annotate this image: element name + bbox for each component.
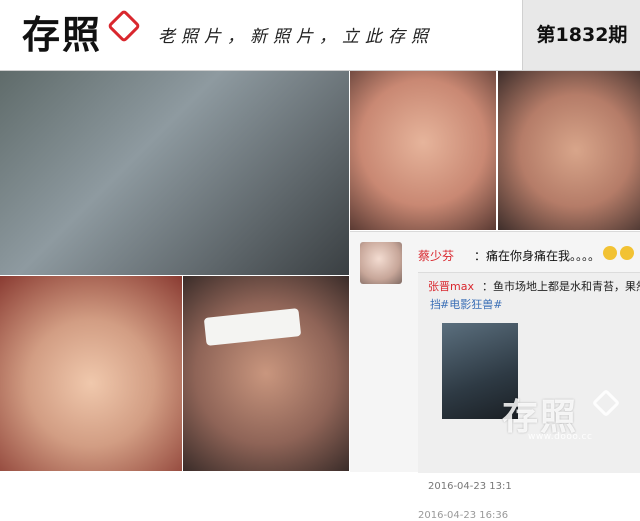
repost-timestamp: 2016-04-23 13:1 [428,481,512,492]
emoji-icon [620,246,634,260]
logo-mark-icon [107,9,141,43]
weibo-post-screenshot: 蔡少芬 ：痛在你身痛在我。。。。 张晋max ：鱼市场地上都是水和青苔，果然很 … [350,231,640,521]
photo-bruised-eye-closeup [350,71,496,230]
photo-fight-scene [0,71,349,275]
repost-username[interactable]: 张晋max [428,278,474,294]
header-bar: 存照 老照片，新照片，立此存照 第1832期 [0,0,640,71]
issue-number-badge: 第1832期 [522,0,640,70]
photo-eye-treatment [498,71,640,230]
post-text: ：痛在你身痛在我。。。。 [474,249,601,263]
emoji-icon [603,246,617,260]
photo-swollen-eye-cap [0,276,182,471]
site-logo[interactable]: 存照 [22,10,102,60]
repost-text: ：鱼市场地上都是水和青苔，果然很 [482,280,640,293]
photo-bandaged-forehead [183,276,349,471]
repost-hashtag-link[interactable]: #电影狂兽# [440,296,502,312]
watermark-url: www.dooo.cc [528,432,593,442]
repost-box: 张晋max ：鱼市场地上都是水和青苔，果然很 挡 #电影狂兽# 2016-04-… [418,272,640,521]
post-username[interactable]: 蔡少芬 [418,247,454,264]
post-timestamp: 2016-04-23 16:36 [418,510,509,521]
user-avatar [360,242,402,284]
site-slogan: 老照片，新照片，立此存照 [158,27,434,47]
